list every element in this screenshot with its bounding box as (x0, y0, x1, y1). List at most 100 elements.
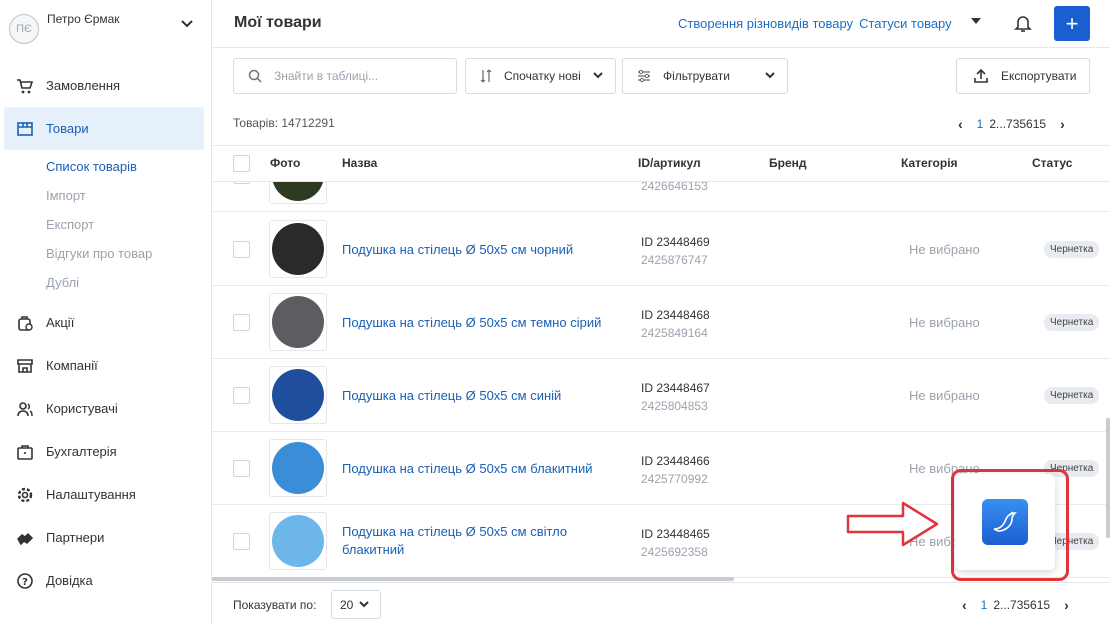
page-current[interactable]: 1 (977, 117, 984, 131)
sort-dropdown[interactable]: Спочатку нові (465, 58, 616, 94)
col-brand[interactable]: Бренд (769, 156, 807, 170)
product-id-value: ID 23448468 (641, 308, 710, 322)
product-article: 2425849164 (641, 326, 708, 340)
sidebar-item-companies[interactable]: Компанії (0, 344, 211, 387)
add-product-button[interactable]: + (1054, 6, 1090, 41)
submenu-import[interactable]: Імпорт (46, 181, 211, 210)
row-checkbox[interactable] (233, 314, 250, 331)
product-category: Не вибрано (909, 242, 980, 257)
product-count: Товарів: 14712291 (233, 116, 335, 130)
user-name: Петро Єрмак (47, 12, 120, 26)
sidebar-item-settings[interactable]: Налаштування (0, 473, 211, 516)
sidebar-item-users[interactable]: Користувачі (0, 387, 211, 430)
pagination-top: ‹ 1 2...735615 › (958, 116, 1065, 132)
sidebar-item-label: Бухгалтерія (46, 444, 117, 459)
submenu-duplicates[interactable]: Дублі (46, 268, 211, 297)
handshake-icon (16, 529, 34, 547)
filter-sliders-icon (638, 69, 650, 83)
row-checkbox[interactable] (233, 533, 250, 550)
status-badge: Чернетка (1044, 314, 1100, 331)
page-range[interactable]: 2...735615 (989, 117, 1046, 131)
user-menu[interactable]: ПЄ Петро Єрмак (9, 6, 205, 46)
product-image (272, 515, 324, 567)
vertical-scrollbar[interactable] (1106, 418, 1110, 538)
col-id[interactable]: ID/артикул (638, 156, 701, 170)
tag-icon (16, 314, 34, 332)
product-thumbnail[interactable] (269, 220, 327, 278)
sidebar-item-orders[interactable]: Замовлення (0, 64, 211, 107)
per-page-label: Показувати по: (233, 598, 317, 612)
horizontal-scrollbar[interactable] (212, 577, 734, 581)
row-checkbox[interactable] (233, 387, 250, 404)
row-checkbox[interactable] (233, 241, 250, 258)
product-image (272, 296, 324, 348)
product-thumbnail[interactable] (269, 512, 327, 570)
kangaroo-logo-icon[interactable] (982, 499, 1028, 545)
table-row[interactable]: Подушка на стілець Ø 50х5 см темно сірий… (212, 286, 1110, 359)
table-row[interactable]: Подушка на стілець Ø 50х5 см чорний ID 2… (212, 213, 1110, 286)
sort-label: Спочатку нові (504, 69, 581, 83)
product-id: ID 23448465 2425692358 (641, 525, 710, 561)
table-row[interactable]: Подушка на стілець Ø 50х5 см синій ID 23… (212, 359, 1110, 432)
floating-widget[interactable] (955, 474, 1055, 570)
search-box[interactable] (233, 58, 457, 94)
row-checkbox[interactable] (233, 182, 250, 184)
col-category[interactable]: Категорія (901, 156, 958, 170)
prev-page-icon[interactable]: ‹ (958, 116, 963, 132)
filter-label: Фільтрувати (663, 69, 730, 83)
sidebar-item-promotions[interactable]: Акції (0, 301, 211, 344)
row-checkbox[interactable] (233, 460, 250, 477)
chevron-down-icon[interactable] (181, 20, 193, 28)
cart-icon (16, 77, 34, 95)
bell-icon[interactable] (1014, 13, 1032, 33)
product-id-value: ID 23448466 (641, 454, 710, 468)
link-product-statuses[interactable]: Статуси товару (859, 16, 952, 31)
product-article: 2425804853 (641, 399, 708, 413)
product-category: Не вибрано (909, 315, 980, 330)
sidebar: ПЄ Петро Єрмак Замовлення Товари Список … (0, 0, 212, 624)
product-thumbnail[interactable] (269, 182, 327, 204)
submenu-product-list[interactable]: Список товарів (46, 152, 211, 181)
product-name-link[interactable]: Подушка на стілець Ø 50х5 см темно сірий (342, 314, 612, 332)
next-page-icon[interactable]: › (1060, 116, 1065, 132)
submenu-export[interactable]: Експорт (46, 210, 211, 239)
sidebar-item-label: Замовлення (46, 78, 121, 93)
status-badge: Чернетка (1044, 241, 1100, 258)
product-id: ID 23448469 2425876747 (641, 233, 710, 269)
next-page-icon[interactable]: › (1064, 597, 1069, 613)
export-button[interactable]: Експортувати (956, 58, 1090, 94)
store-icon (16, 357, 34, 375)
sidebar-nav: Замовлення Товари Список товарів Імпорт … (0, 64, 211, 602)
product-thumbnail[interactable] (269, 366, 327, 424)
table-footer: Показувати по: 20 ‹ 1 2...735615 › (212, 582, 1110, 624)
prev-page-icon[interactable]: ‹ (962, 597, 967, 613)
upload-icon (974, 68, 988, 83)
page-range[interactable]: 2...735615 (993, 598, 1050, 612)
product-name-link[interactable]: Подушка на стілець Ø 50х5 см блакитний (342, 460, 612, 478)
product-thumbnail[interactable] (269, 293, 327, 351)
search-input[interactable] (274, 69, 444, 83)
sidebar-item-help[interactable]: ? Довідка (0, 559, 211, 602)
avatar: ПЄ (9, 14, 39, 44)
table-row[interactable]: 2426646153 (212, 182, 1110, 212)
product-name-link[interactable]: Подушка на стілець Ø 50х5 см синій (342, 387, 612, 405)
users-icon (16, 400, 34, 418)
sidebar-item-products[interactable]: Товари (4, 107, 204, 150)
page-current[interactable]: 1 (981, 598, 988, 612)
sidebar-item-accounting[interactable]: Бухгалтерія (0, 430, 211, 473)
link-create-variants[interactable]: Створення різновидів товару (678, 16, 853, 31)
product-name-link[interactable]: Подушка на стілець Ø 50х5 см світло блак… (342, 523, 612, 559)
col-name[interactable]: Назва (342, 156, 377, 170)
per-page-select[interactable]: 20 (331, 590, 381, 619)
sidebar-item-partners[interactable]: Партнери (0, 516, 211, 559)
product-thumbnail[interactable] (269, 439, 327, 497)
product-id: 2426646153 (641, 182, 708, 195)
sidebar-item-label: Товари (46, 121, 89, 136)
product-name-link[interactable]: Подушка на стілець Ø 50х5 см чорний (342, 241, 612, 259)
filter-dropdown[interactable]: Фільтрувати (622, 58, 788, 94)
col-status[interactable]: Статус (1032, 156, 1072, 170)
submenu-reviews[interactable]: Відгуки про товар (46, 239, 211, 268)
select-all-checkbox[interactable] (233, 155, 250, 172)
search-icon (248, 69, 262, 83)
caret-down-icon[interactable] (971, 18, 981, 24)
